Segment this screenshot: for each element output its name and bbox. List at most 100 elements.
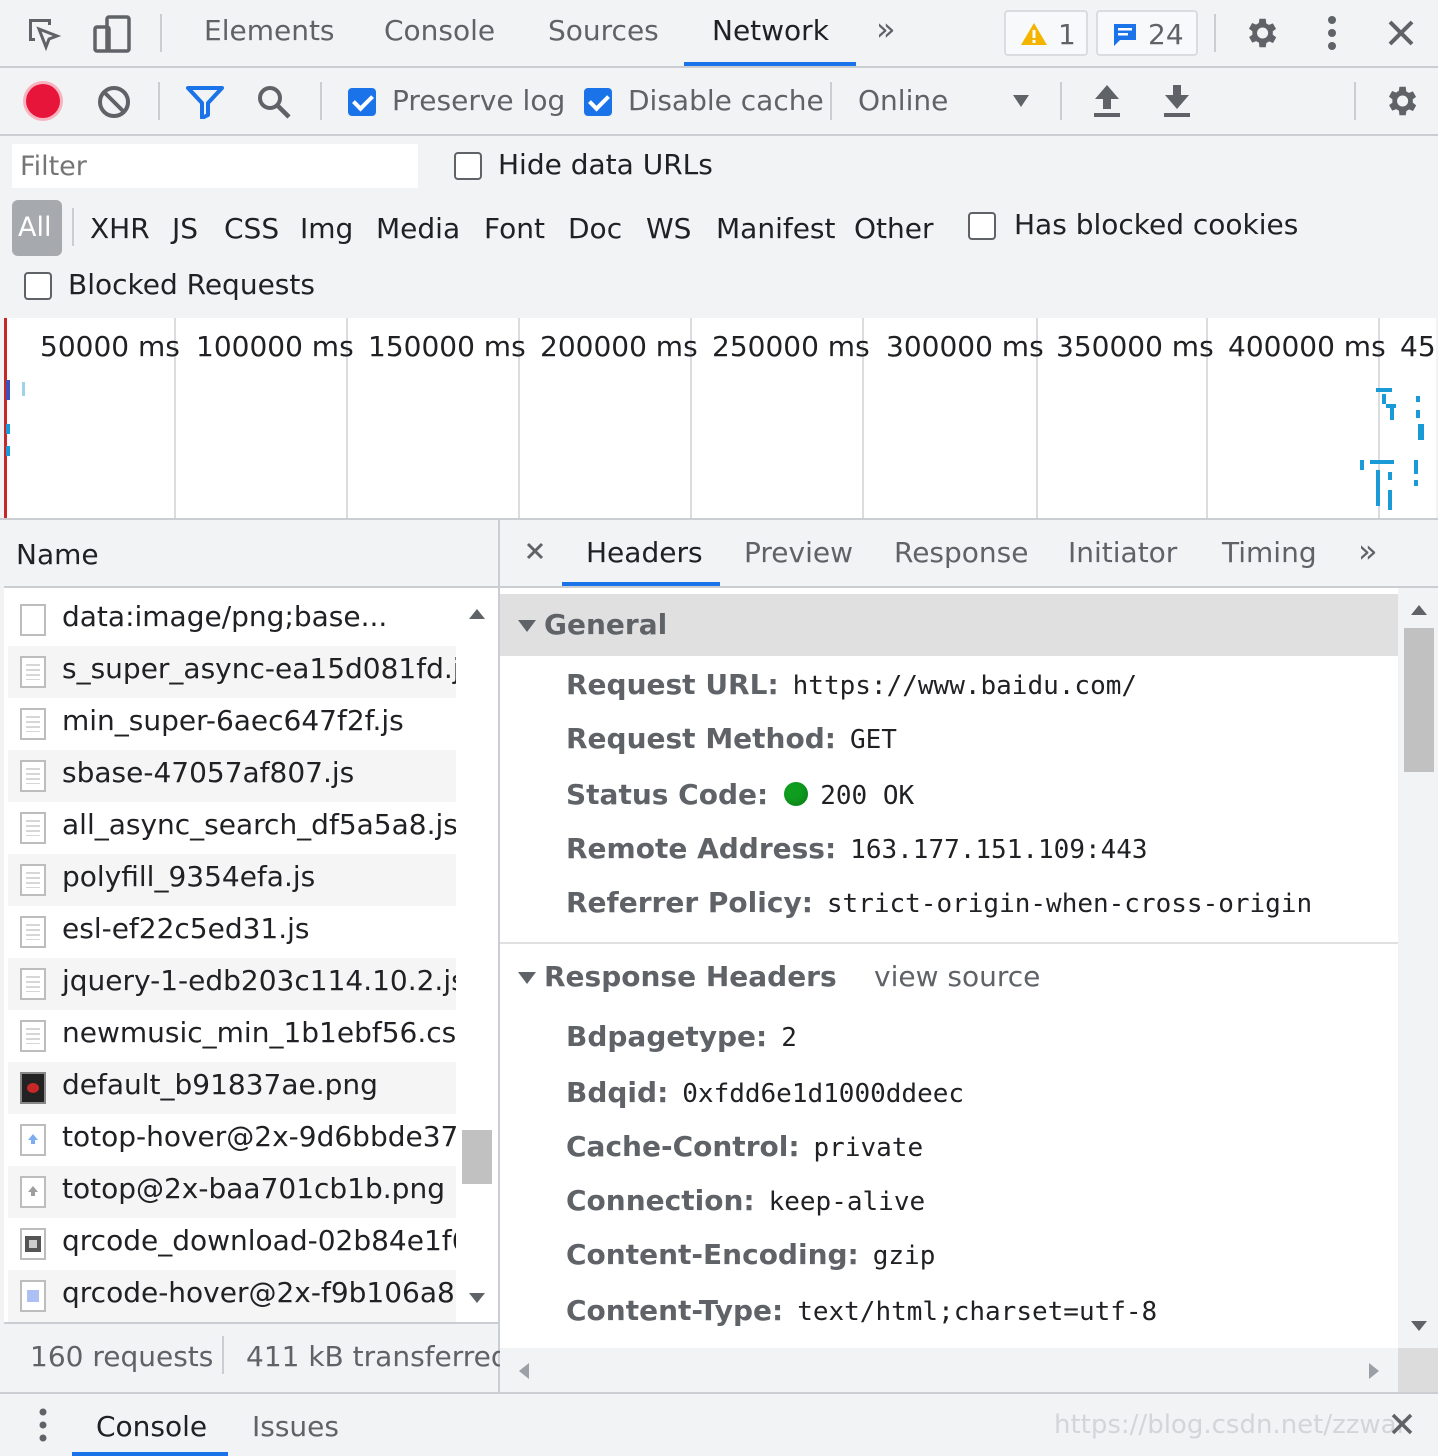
- header-row: Content-Type: text/html;charset=utf-8: [566, 1294, 1158, 1327]
- drawer-menu-kebab-icon[interactable]: [38, 1408, 48, 1442]
- scroll-right-arrow-icon[interactable]: [1368, 1362, 1380, 1380]
- header-value: gzip: [872, 1241, 936, 1271]
- request-row[interactable]: polyfill_9354efa.js: [8, 854, 456, 906]
- scroll-down-arrow-icon[interactable]: [468, 1292, 486, 1304]
- request-method-value: GET: [849, 725, 897, 755]
- inspect-element-icon[interactable]: [24, 14, 64, 54]
- tab-network[interactable]: Network: [712, 14, 829, 47]
- warnings-counter[interactable]: 1: [1004, 10, 1088, 56]
- timeline-request-bar: [1370, 460, 1394, 464]
- status-ok-dot-icon: [784, 782, 809, 806]
- device-toolbar-icon[interactable]: [90, 12, 134, 56]
- details-horizontal-scrollbar[interactable]: [500, 1348, 1398, 1392]
- tab-elements[interactable]: Elements: [204, 14, 335, 47]
- more-options-kebab-icon[interactable]: [1312, 12, 1352, 54]
- type-filter-font[interactable]: Font: [484, 212, 545, 245]
- request-list-scrollbar[interactable]: [456, 592, 496, 1322]
- timeline-request-bar: [1390, 408, 1394, 420]
- scroll-down-arrow-icon[interactable]: [1410, 1320, 1428, 1332]
- timeline-request-bar: [1416, 396, 1420, 402]
- view-source-link[interactable]: view source: [874, 960, 1040, 993]
- request-list-header[interactable]: Name: [4, 520, 498, 586]
- divider: [1354, 82, 1356, 120]
- type-filter-css[interactable]: CSS: [224, 212, 279, 245]
- scrollbar-thumb[interactable]: [1404, 628, 1434, 772]
- request-row[interactable]: s_super_async-ea15d081fd.js: [8, 646, 475, 698]
- timeline-tick-label: 45: [1400, 330, 1436, 363]
- request-row[interactable]: totop@2x-baa701cb1b.png: [8, 1166, 456, 1218]
- request-name: totop-hover@2x-9d6bbde373: [62, 1120, 477, 1153]
- timeline-request-bar: [1388, 490, 1392, 510]
- divider: [1060, 82, 1062, 120]
- type-filter-manifest[interactable]: Manifest: [716, 212, 836, 245]
- filter-input[interactable]: [12, 144, 418, 188]
- disable-cache-checkbox[interactable]: [584, 88, 612, 116]
- more-tabs-button[interactable]: »: [876, 10, 896, 48]
- request-row[interactable]: totop-hover@2x-9d6bbde373: [8, 1114, 476, 1166]
- timeline-marker: [4, 318, 7, 518]
- tab-response[interactable]: Response: [894, 536, 1028, 569]
- type-filter-xhr[interactable]: XHR: [90, 212, 150, 245]
- record-button[interactable]: [26, 84, 60, 118]
- request-row[interactable]: esl-ef22c5ed31.js: [8, 906, 456, 958]
- type-filter-img[interactable]: Img: [300, 212, 353, 245]
- type-filter-js[interactable]: JS: [172, 212, 198, 245]
- has-blocked-cookies-checkbox[interactable]: [968, 212, 996, 240]
- scrollbar-thumb[interactable]: [462, 1130, 492, 1184]
- search-icon[interactable]: [254, 82, 294, 122]
- request-row[interactable]: newmusic_min_1b1ebf56.css: [8, 1010, 471, 1062]
- clear-icon[interactable]: [94, 82, 134, 122]
- settings-gear-icon[interactable]: [1240, 12, 1282, 54]
- request-row[interactable]: min_super-6aec647f2f.js: [8, 698, 456, 750]
- request-row[interactable]: sbase-47057af807.js: [8, 750, 456, 802]
- messages-counter[interactable]: 24: [1096, 10, 1198, 56]
- header-row: Request URL: https://www.baidu.com/: [566, 668, 1138, 701]
- header-row: Connection: keep-alive: [566, 1184, 926, 1217]
- image-thumbnail-icon: [20, 1124, 46, 1156]
- export-har-download-icon[interactable]: [1158, 80, 1196, 122]
- type-filter-other[interactable]: Other: [854, 212, 934, 245]
- request-name: newmusic_min_1b1ebf56.css: [62, 1016, 471, 1049]
- close-devtools-icon[interactable]: [1380, 12, 1422, 54]
- request-row[interactable]: default_b91837ae.png: [8, 1062, 456, 1114]
- details-tab-bar: Headers Preview Response Initiator Timin…: [500, 520, 1438, 586]
- request-row[interactable]: qrcode_download-02b84e1f6.: [8, 1218, 478, 1270]
- request-row[interactable]: all_async_search_df5a5a8.js: [8, 802, 458, 854]
- import-har-upload-icon[interactable]: [1088, 80, 1126, 122]
- request-name: default_b91837ae.png: [62, 1068, 378, 1101]
- request-row[interactable]: data:image/png;base...: [8, 594, 456, 646]
- request-name: data:image/png;base...: [62, 600, 388, 633]
- blocked-requests-checkbox[interactable]: [24, 272, 52, 300]
- throttling-select[interactable]: Online: [844, 78, 1044, 124]
- details-vertical-scrollbar[interactable]: [1398, 588, 1438, 1348]
- response-headers-section-title[interactable]: Response Headers: [518, 960, 837, 993]
- header-row: Referrer Policy: strict-origin-when-cross…: [566, 886, 1313, 919]
- type-filter-ws[interactable]: WS: [646, 212, 691, 245]
- close-drawer-icon[interactable]: [1390, 1412, 1414, 1436]
- scroll-left-arrow-icon[interactable]: [518, 1362, 530, 1380]
- request-row[interactable]: qrcode-hover@2x-f9b106a84.: [8, 1270, 482, 1322]
- tab-preview[interactable]: Preview: [744, 536, 853, 569]
- type-filter-doc[interactable]: Doc: [568, 212, 622, 245]
- network-settings-gear-icon[interactable]: [1380, 80, 1422, 122]
- script-file-icon: [20, 708, 46, 740]
- timeline-tick-label: 300000 ms: [886, 330, 1044, 363]
- tab-console[interactable]: Console: [384, 14, 495, 47]
- tab-sources[interactable]: Sources: [548, 14, 659, 47]
- hide-data-urls-checkbox[interactable]: [454, 152, 482, 180]
- scroll-up-arrow-icon[interactable]: [468, 608, 486, 620]
- drawer-tab-issues[interactable]: Issues: [252, 1410, 339, 1443]
- more-details-tabs-button[interactable]: »: [1358, 532, 1378, 570]
- tab-headers[interactable]: Headers: [586, 536, 703, 569]
- warnings-count: 1: [1058, 18, 1076, 51]
- type-filter-all[interactable]: All: [12, 200, 62, 256]
- preserve-log-checkbox[interactable]: [348, 88, 376, 116]
- request-row[interactable]: jquery-1-edb203c114.10.2.js: [8, 958, 466, 1010]
- drawer-tab-console[interactable]: Console: [96, 1410, 207, 1443]
- close-details-icon[interactable]: [526, 542, 544, 560]
- type-filter-media[interactable]: Media: [376, 212, 460, 245]
- tab-timing[interactable]: Timing: [1222, 536, 1317, 569]
- scroll-up-arrow-icon[interactable]: [1410, 604, 1428, 616]
- tab-initiator[interactable]: Initiator: [1068, 536, 1177, 569]
- filter-funnel-icon[interactable]: [184, 82, 226, 122]
